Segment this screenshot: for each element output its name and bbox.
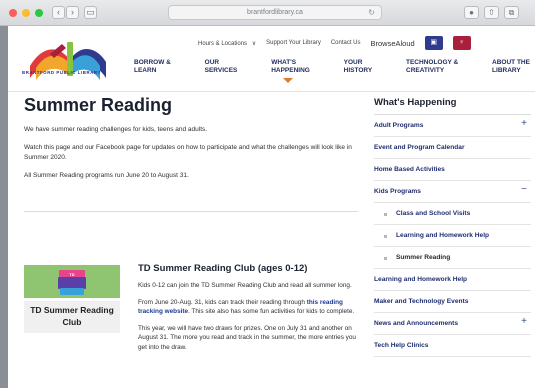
sidebar-item-homework-help[interactable]: Learning and Homework Help	[374, 269, 531, 291]
sidebar-item-label: Class and School Visits	[396, 210, 471, 217]
reload-icon[interactable]: ↻	[368, 6, 375, 19]
forward-icon[interactable]: ›	[66, 6, 79, 19]
address-bar[interactable]: brantfordlibrary.ca ↻	[168, 5, 382, 20]
article-heading: TD Summer Reading Club (ages 0-12)	[138, 263, 308, 274]
sidebar-subitem-homework-help[interactable]: Learning and Homework Help	[374, 225, 531, 247]
hours-locations-link[interactable]: Hours & Locations ∨	[198, 40, 256, 47]
sidebar-item-label: Summer Reading	[396, 254, 451, 261]
user-account-icon[interactable]: ♀	[452, 36, 471, 50]
chevron-down-icon: ∨	[251, 40, 257, 47]
td-summer-reading-article: TD Summer Reading Club (ages 0-12) Kids …	[138, 263, 360, 353]
url-text: brantfordlibrary.ca	[247, 9, 303, 16]
sidebar-item-adult-programs[interactable]: Adult Programs +	[374, 115, 531, 137]
nav-your-history[interactable]: YOUR HISTORY	[344, 59, 373, 75]
sidebar-subitem-summer-reading[interactable]: Summer Reading	[374, 247, 531, 269]
article-paragraph-3: This year, we will have two draws for pr…	[138, 324, 356, 351]
sidebar-subitem-class-visits[interactable]: Class and School Visits	[374, 203, 531, 225]
sidebar-item-label: Adult Programs	[374, 122, 424, 129]
hours-locations-label: Hours & Locations	[198, 40, 248, 47]
intro-paragraph: We have summer reading challenges for ki…	[24, 126, 208, 133]
support-library-link[interactable]: Support Your Library	[266, 40, 321, 46]
sidebar-item-label: News and Announcements	[374, 320, 459, 327]
dates-paragraph: All Summer Reading programs run June 20 …	[24, 172, 189, 179]
nav-whats-happening[interactable]: WHAT'S HAPPENING	[271, 59, 310, 83]
share-icon[interactable]: ⇧	[484, 6, 499, 19]
shield-icon[interactable]: ●	[464, 6, 479, 19]
sidebar-item-tech-help[interactable]: Tech Help Clinics	[374, 335, 531, 357]
sidebar-item-kids-programs[interactable]: Kids Programs −	[374, 181, 531, 203]
sidebar-nav: What's Happening Adult Programs + Event …	[374, 97, 531, 357]
tabs-overview-icon[interactable]: ⧉	[504, 6, 519, 19]
article-paragraph-1: Kids 0-12 can join the TD Summer Reading…	[138, 282, 352, 289]
sidebar-item-label: Home Based Activities	[374, 166, 445, 173]
td-summer-reading-image[interactable]: TD	[24, 265, 120, 298]
td-summer-reading-logo-icon: TD	[58, 270, 86, 295]
contact-us-link[interactable]: Contact Us	[331, 40, 361, 46]
sidebar-item-label: Kids Programs	[374, 188, 421, 195]
back-icon[interactable]: ‹	[52, 6, 65, 19]
nav-borrow-learn[interactable]: BORROW & LEARN	[134, 59, 171, 75]
zoom-window-button[interactable]	[35, 9, 43, 17]
minimize-window-button[interactable]	[22, 9, 30, 17]
sidebar-item-label: Learning and Homework Help	[374, 276, 468, 283]
nav-our-services[interactable]: OUR SERVICES	[205, 59, 238, 75]
updates-paragraph: Watch this page and our Facebook page fo…	[24, 144, 352, 161]
web-page: BRANTFORD PUBLIC LIBRARY Hours & Locatio…	[8, 26, 535, 388]
sidebar-item-news[interactable]: News and Announcements +	[374, 313, 531, 335]
close-window-button[interactable]	[9, 9, 17, 17]
sidebar-item-label: Learning and Homework Help	[396, 232, 490, 239]
sidebar-item-label: Tech Help Clinics	[374, 342, 429, 349]
svg-text:TD: TD	[69, 272, 74, 277]
library-logo-icon[interactable]	[20, 38, 120, 88]
utility-bar: Hours & Locations ∨ Support Your Library…	[198, 36, 471, 50]
logo-wordmark: BRANTFORD PUBLIC LIBRARY	[22, 70, 101, 75]
sidebar-item-home-activities[interactable]: Home Based Activities	[374, 159, 531, 181]
main-navigation: BORROW & LEARN OUR SERVICES WHAT'S HAPPE…	[134, 59, 530, 83]
expand-plus-icon[interactable]: +	[521, 119, 527, 129]
window-controls	[9, 9, 43, 17]
page-title: Summer Reading	[24, 95, 173, 115]
account-card-icon[interactable]: ▣	[424, 36, 443, 50]
sidebar-toggle-icon[interactable]: ▭	[84, 6, 97, 19]
browser-toolbar: ‹ › ▭ brantfordlibrary.ca ↻ ● ⇧ ⧉	[0, 0, 535, 26]
article-paragraph-2: From June 20-Aug. 31, kids can track the…	[138, 298, 360, 317]
td-summer-reading-card-title[interactable]: TD Summer Reading Club	[24, 301, 120, 333]
sidebar-item-event-calendar[interactable]: Event and Program Calendar	[374, 137, 531, 159]
content-divider	[24, 211, 358, 212]
article-paragraph-2-end: . This site also has some fun activities…	[188, 308, 355, 316]
browsealoud-link[interactable]: BrowseAloud	[371, 39, 415, 48]
sidebar-heading: What's Happening	[374, 97, 531, 115]
sidebar-item-label: Maker and Technology Events	[374, 298, 469, 305]
sidebar-item-maker-tech[interactable]: Maker and Technology Events	[374, 291, 531, 313]
main-content: Summer Reading We have summer reading ch…	[24, 92, 358, 351]
nav-technology-creativity[interactable]: TECHNOLOGY & CREATIVITY	[406, 59, 458, 75]
sidebar-item-label: Event and Program Calendar	[374, 144, 465, 151]
expand-plus-icon[interactable]: +	[521, 317, 527, 327]
article-paragraph-2-start: From June 20-Aug. 31, kids can track the…	[138, 298, 307, 306]
collapse-minus-icon[interactable]: −	[521, 185, 527, 195]
nav-about-library[interactable]: ABOUT THE LIBRARY	[492, 59, 530, 75]
